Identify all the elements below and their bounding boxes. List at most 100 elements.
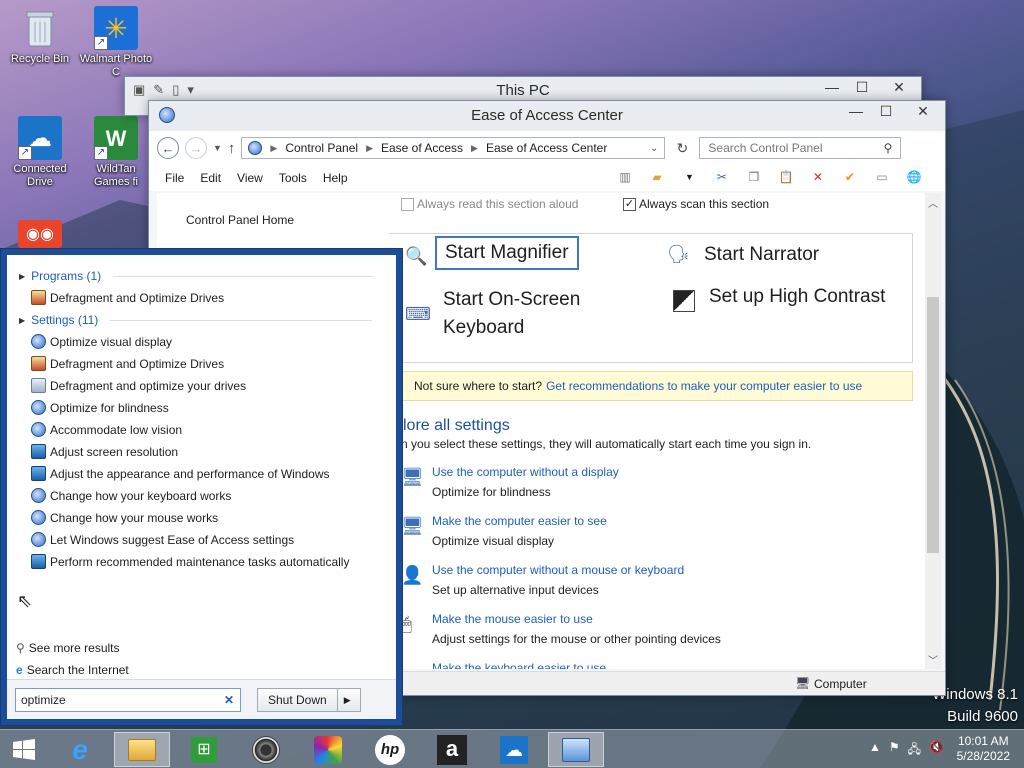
menu-file[interactable]: File — [157, 171, 192, 185]
desktop-icon-label: Connected Drive — [13, 163, 67, 188]
search-box[interactable]: Search Control Panel ⚲ — [699, 137, 902, 159]
shutdown-button[interactable]: Shut Down ▶ — [257, 688, 361, 712]
settings-result[interactable]: Change how your keyboard works — [31, 488, 231, 503]
taskbar-hp[interactable]: hp — [362, 732, 418, 767]
taskbar-store[interactable]: ⊞ — [176, 732, 232, 767]
back-button[interactable]: ← — [157, 137, 179, 159]
breadcrumb-control-panel[interactable]: Control Panel — [285, 141, 358, 155]
internet-explorer-icon: e — [16, 663, 23, 677]
setting-link[interactable]: Make the keyboard easier to use — [432, 661, 606, 669]
taskbar-webcam[interactable] — [238, 732, 294, 767]
checkbox-checked-icon[interactable]: ✓ — [623, 197, 636, 211]
folder-options-dropdown-icon[interactable]: ▼ — [677, 172, 702, 182]
see-more-results-link[interactable]: ⚲ See more results — [16, 641, 120, 655]
search-icon[interactable]: ⚲ — [884, 141, 893, 155]
high-contrast-link[interactable]: Set up High Contrast — [709, 286, 885, 308]
start-button[interactable] — [0, 732, 48, 767]
up-button[interactable]: ↑ — [228, 140, 236, 157]
settings-result[interactable]: Optimize for blindness — [31, 400, 169, 415]
start-search-input[interactable]: optimize ✕ — [15, 688, 241, 712]
close-button[interactable]: ✕ — [901, 101, 945, 121]
recent-locations-icon[interactable]: ▼ — [213, 143, 222, 153]
settings-result[interactable]: Defragment and Optimize Drives — [31, 356, 224, 371]
checkbox-unchecked-icon[interactable] — [401, 197, 414, 211]
setting-link[interactable]: Make the mouse easier to use — [432, 612, 593, 626]
paste-icon[interactable]: 📋 — [774, 165, 798, 189]
taskbar-file-explorer[interactable] — [114, 732, 170, 767]
shutdown-options-arrow-icon[interactable]: ▶ — [336, 689, 357, 711]
scroll-down-icon[interactable]: ﹀ — [928, 652, 938, 667]
taskbar-clock[interactable]: 10:01 AM 5/28/2022 — [957, 734, 1010, 764]
taskbar-amazon[interactable]: a — [424, 732, 480, 767]
setting-link[interactable]: Use the computer without a display — [432, 465, 619, 479]
program-result[interactable]: Defragment and Optimize Drives — [31, 290, 224, 305]
menu-view[interactable]: View — [229, 171, 271, 185]
minimize-button[interactable]: — — [817, 77, 847, 97]
start-magnifier-button[interactable]: Start Magnifier — [435, 236, 579, 270]
network-icon[interactable]: 🖧 — [908, 740, 921, 761]
scrollbar-thumb[interactable] — [927, 297, 939, 553]
taskbar-internet-explorer[interactable]: e — [52, 732, 108, 767]
menu-tools[interactable]: Tools — [271, 171, 315, 185]
start-osk-link[interactable]: Start On-Screen Keyboard — [443, 286, 613, 342]
forward-button[interactable]: → — [185, 137, 207, 159]
maximize-button[interactable]: ☐ — [847, 77, 877, 97]
desktop-icon-wildtangent[interactable]: W ↗ WildTan Games fi — [78, 116, 154, 189]
scan-section-checkbox[interactable]: ✓ Always scan this section — [623, 197, 769, 211]
breadcrumb-ease-of-access[interactable]: Ease of Access — [381, 141, 463, 155]
clear-search-icon[interactable]: ✕ — [224, 693, 240, 707]
start-narrator-link[interactable]: Start Narrator — [704, 244, 819, 266]
settings-result[interactable]: Optimize visual display — [31, 334, 172, 349]
desktop-icon-hp-games[interactable]: ◉◉ — [2, 220, 78, 251]
keyboard-icon: ⌨ — [405, 304, 431, 324]
action-center-flag-icon[interactable]: ⚑ — [889, 740, 900, 761]
vertical-scrollbar[interactable]: ︿ ﹀ — [925, 193, 941, 669]
setting-link[interactable]: Use the computer without a mouse or keyb… — [432, 563, 684, 577]
desktop-icon-connected-drive[interactable]: ☁ ↗ Connected Drive — [2, 116, 78, 189]
volume-muted-icon[interactable]: 🔇 — [929, 740, 944, 761]
breadcrumb-ease-of-access-center[interactable]: Ease of Access Center — [486, 141, 607, 155]
result-label: Accommodate low vision — [50, 422, 183, 437]
menu-help[interactable]: Help — [315, 171, 356, 185]
taskbar-cloud-drive[interactable]: ☁ — [486, 732, 542, 767]
settings-group-header[interactable]: ▶ Settings (11) — [19, 313, 373, 327]
settings-result[interactable]: Adjust screen resolution — [31, 444, 178, 459]
maximize-button[interactable]: ☐ — [871, 101, 901, 121]
search-internet-link[interactable]: e Search the Internet — [16, 663, 129, 677]
layout-pane-icon[interactable]: ▥ — [613, 165, 637, 189]
settings-result[interactable]: Let Windows suggest Ease of Access setti… — [31, 532, 294, 547]
expand-arrow-icon[interactable]: ▶ — [19, 316, 25, 325]
taskbar-control-panel[interactable] — [548, 732, 604, 767]
setting-link[interactable]: Make the computer easier to see — [432, 514, 607, 528]
address-bar[interactable]: ▶ Control Panel ▶ Ease of Access ▶ Ease … — [241, 137, 666, 159]
close-button[interactable]: ✕ — [877, 77, 921, 97]
expand-arrow-icon[interactable]: ▶ — [19, 272, 25, 281]
scroll-up-icon[interactable]: ︿ — [928, 195, 938, 210]
menu-edit[interactable]: Edit — [192, 171, 229, 185]
control-panel-home-link[interactable]: Control Panel Home — [186, 213, 294, 227]
cut-icon[interactable]: ✂ — [710, 165, 734, 189]
checkmark-icon[interactable]: ✔ — [838, 165, 862, 189]
settings-result[interactable]: Change how your mouse works — [31, 510, 218, 525]
properties-icon[interactable]: ▭ — [870, 165, 894, 189]
refresh-button[interactable]: ↻ — [671, 137, 693, 159]
desktop-icon-recycle-bin[interactable]: Recycle Bin — [2, 6, 78, 66]
copy-icon[interactable]: ❐ — [742, 165, 766, 189]
recommendations-link[interactable]: Get recommendations to make your compute… — [546, 379, 862, 393]
delete-icon[interactable]: ✕ — [806, 165, 830, 189]
taskbar-photo-app[interactable] — [300, 732, 356, 767]
globe-icon[interactable]: 🌐 — [902, 165, 926, 189]
settings-result[interactable]: Defragment and optimize your drives — [31, 378, 246, 393]
desktop-icon-walmart[interactable]: ✳ ↗ Walmart Photo C — [78, 6, 154, 79]
address-dropdown-icon[interactable]: ⌄ — [650, 143, 658, 154]
settings-result[interactable]: Accommodate low vision — [31, 422, 182, 437]
folder-options-icon[interactable]: ▰ — [645, 165, 669, 189]
settings-result[interactable]: Adjust the appearance and performance of… — [31, 466, 330, 481]
settings-result[interactable]: Perform recommended maintenance tasks au… — [31, 554, 349, 569]
minimize-button[interactable]: — — [841, 101, 871, 121]
programs-group-header[interactable]: ▶ Programs (1) — [19, 269, 374, 283]
search-internet-label: Search the Internet — [26, 663, 129, 677]
computer-small-icon: 🖥 — [795, 676, 811, 690]
read-aloud-checkbox[interactable]: Always read this section aloud — [401, 197, 578, 211]
show-hidden-icons-icon[interactable]: ▲ — [869, 740, 881, 761]
